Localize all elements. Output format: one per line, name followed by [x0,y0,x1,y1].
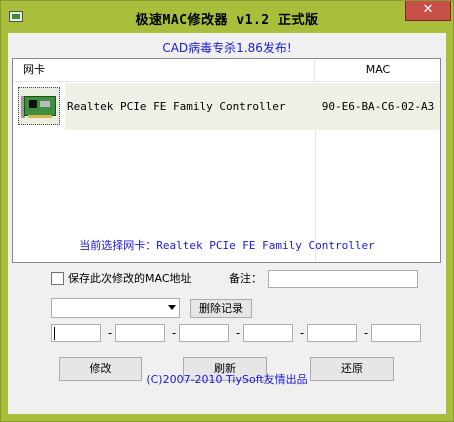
save-mac-checkbox[interactable] [51,272,64,285]
client-area: CAD病毒专杀1.86发布! 网卡 MAC Realtek PCIe FE Fa… [8,33,446,414]
text-caret [54,327,55,340]
save-mac-label: 保存此次修改的MAC地址 [68,272,192,285]
mac-separator: - [299,326,305,340]
mac-field-6[interactable] [371,324,421,342]
close-button[interactable]: ✕ [405,1,451,21]
mac-separator: - [107,326,113,340]
mac-field-1[interactable] [51,324,101,342]
history-combobox[interactable] [51,298,180,318]
column-header-mac[interactable]: MAC [316,59,440,81]
remark-label: 备注： [229,272,262,285]
list-item[interactable]: Realtek PCIe FE Family Controller 90-E6-… [13,83,440,130]
mac-separator: - [235,326,241,340]
adapter-name: Realtek PCIe FE Family Controller [67,100,286,113]
network-card-icon [18,87,60,125]
mac-separator: - [171,326,177,340]
adapter-mac: 90-E6-BA-C6-02-A3 [321,100,435,113]
adapter-list[interactable]: 网卡 MAC Realtek PCIe FE Family Controller… [12,58,441,263]
mac-field-5[interactable] [307,324,357,342]
title-bar[interactable]: 极速MAC修改器 v1.2 正式版 ✕ [1,1,453,33]
notice-link[interactable]: CAD病毒专杀1.86发布! [8,39,446,56]
mac-field-3[interactable] [179,324,229,342]
remark-input[interactable] [268,270,418,288]
mac-separator: - [363,326,369,340]
current-selection: 当前选择网卡：Realtek PCIe FE Family Controller [79,239,375,252]
list-header: 网卡 MAC [13,59,440,82]
column-header-adapter[interactable]: 网卡 [13,59,315,81]
copyright-footer: (C)2007-2010 TiySoft友情出品 [146,373,308,386]
chevron-down-icon[interactable] [168,305,176,310]
app-window: 极速MAC修改器 v1.2 正式版 ✕ CAD病毒专杀1.86发布! 网卡 MA… [0,0,454,422]
delete-record-button[interactable]: 删除记录 [190,299,252,318]
mac-field-2[interactable] [115,324,165,342]
window-title: 极速MAC修改器 v1.2 正式版 [135,13,319,28]
mac-field-4[interactable] [243,324,293,342]
